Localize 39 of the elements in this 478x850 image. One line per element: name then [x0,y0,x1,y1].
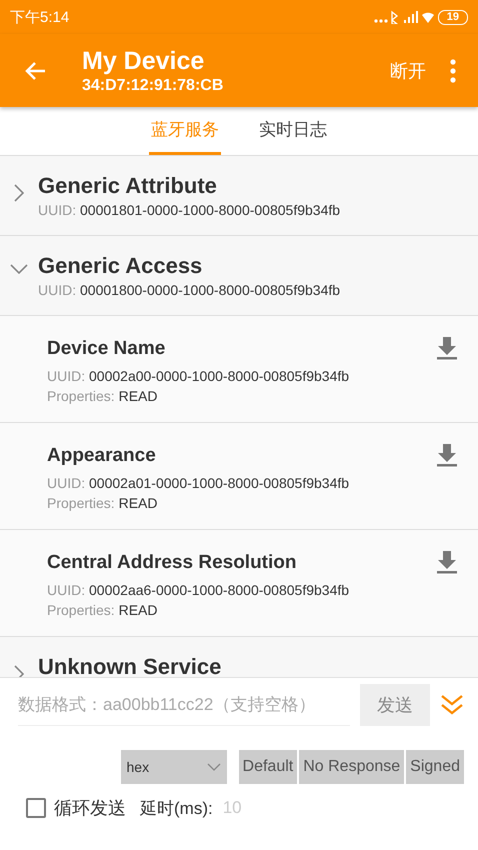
download-icon [436,550,458,574]
write-type-button[interactable]: Signed [406,750,464,784]
caret-down-icon [206,763,221,771]
download-icon [436,336,458,360]
device-name: My Device [82,46,206,76]
format-dropdown[interactable]: hex [120,750,227,784]
download-button[interactable] [436,443,458,469]
service-name: Unknown Service [38,653,222,677]
properties-text: Properties: READ [47,387,158,406]
loop-label: 循环发送 [54,797,126,820]
loop-checkbox[interactable] [26,798,46,818]
device-address: 34:D7:12:91:78:CB [82,76,224,96]
more-button[interactable] [450,58,456,82]
characteristic-name: Appearance [47,444,157,468]
characteristic-name: Central Address Resolution [47,551,298,575]
service-name: Generic Access [38,252,204,280]
disconnect-button[interactable]: 断开 [390,58,426,82]
properties-text: Properties: READ [47,494,158,513]
uuid-text: UUID: 00002a00-0000-1000-8000-00805f9b34fb [47,367,350,386]
send-button[interactable]: 发送 [360,684,430,726]
tab[interactable]: 实时日志 [257,107,329,155]
uuid-text: UUID: 00001800-0000-1000-8000-00805f9b34fb [38,281,340,300]
characteristic-name: Device Name [47,337,166,361]
double-chevron-down-icon [440,694,464,716]
write-type-button[interactable]: No Response [299,750,404,784]
status-time: 下午5:14 [10,8,70,26]
expand-button[interactable] [440,694,464,716]
properties-text: Properties: READ [47,601,158,620]
more-icon [450,58,456,82]
uuid-text: UUID: 00002a01-0000-1000-8000-00805f9b34fb [47,474,350,493]
battery-level: 19 [438,10,468,24]
uuid-text: UUID: 00002aa6-0000-1000-8000-00805f9b34fb [47,581,350,600]
download-button[interactable] [436,550,458,576]
uuid-text: UUID: 00001801-0000-1000-8000-00805f9b34fb [38,201,340,220]
write-type-button[interactable]: Default [238,750,298,784]
download-button[interactable] [436,336,458,362]
download-icon [436,443,458,467]
service-name: Generic Attribute [38,172,218,200]
delay-label: 延时(ms): [140,798,213,820]
